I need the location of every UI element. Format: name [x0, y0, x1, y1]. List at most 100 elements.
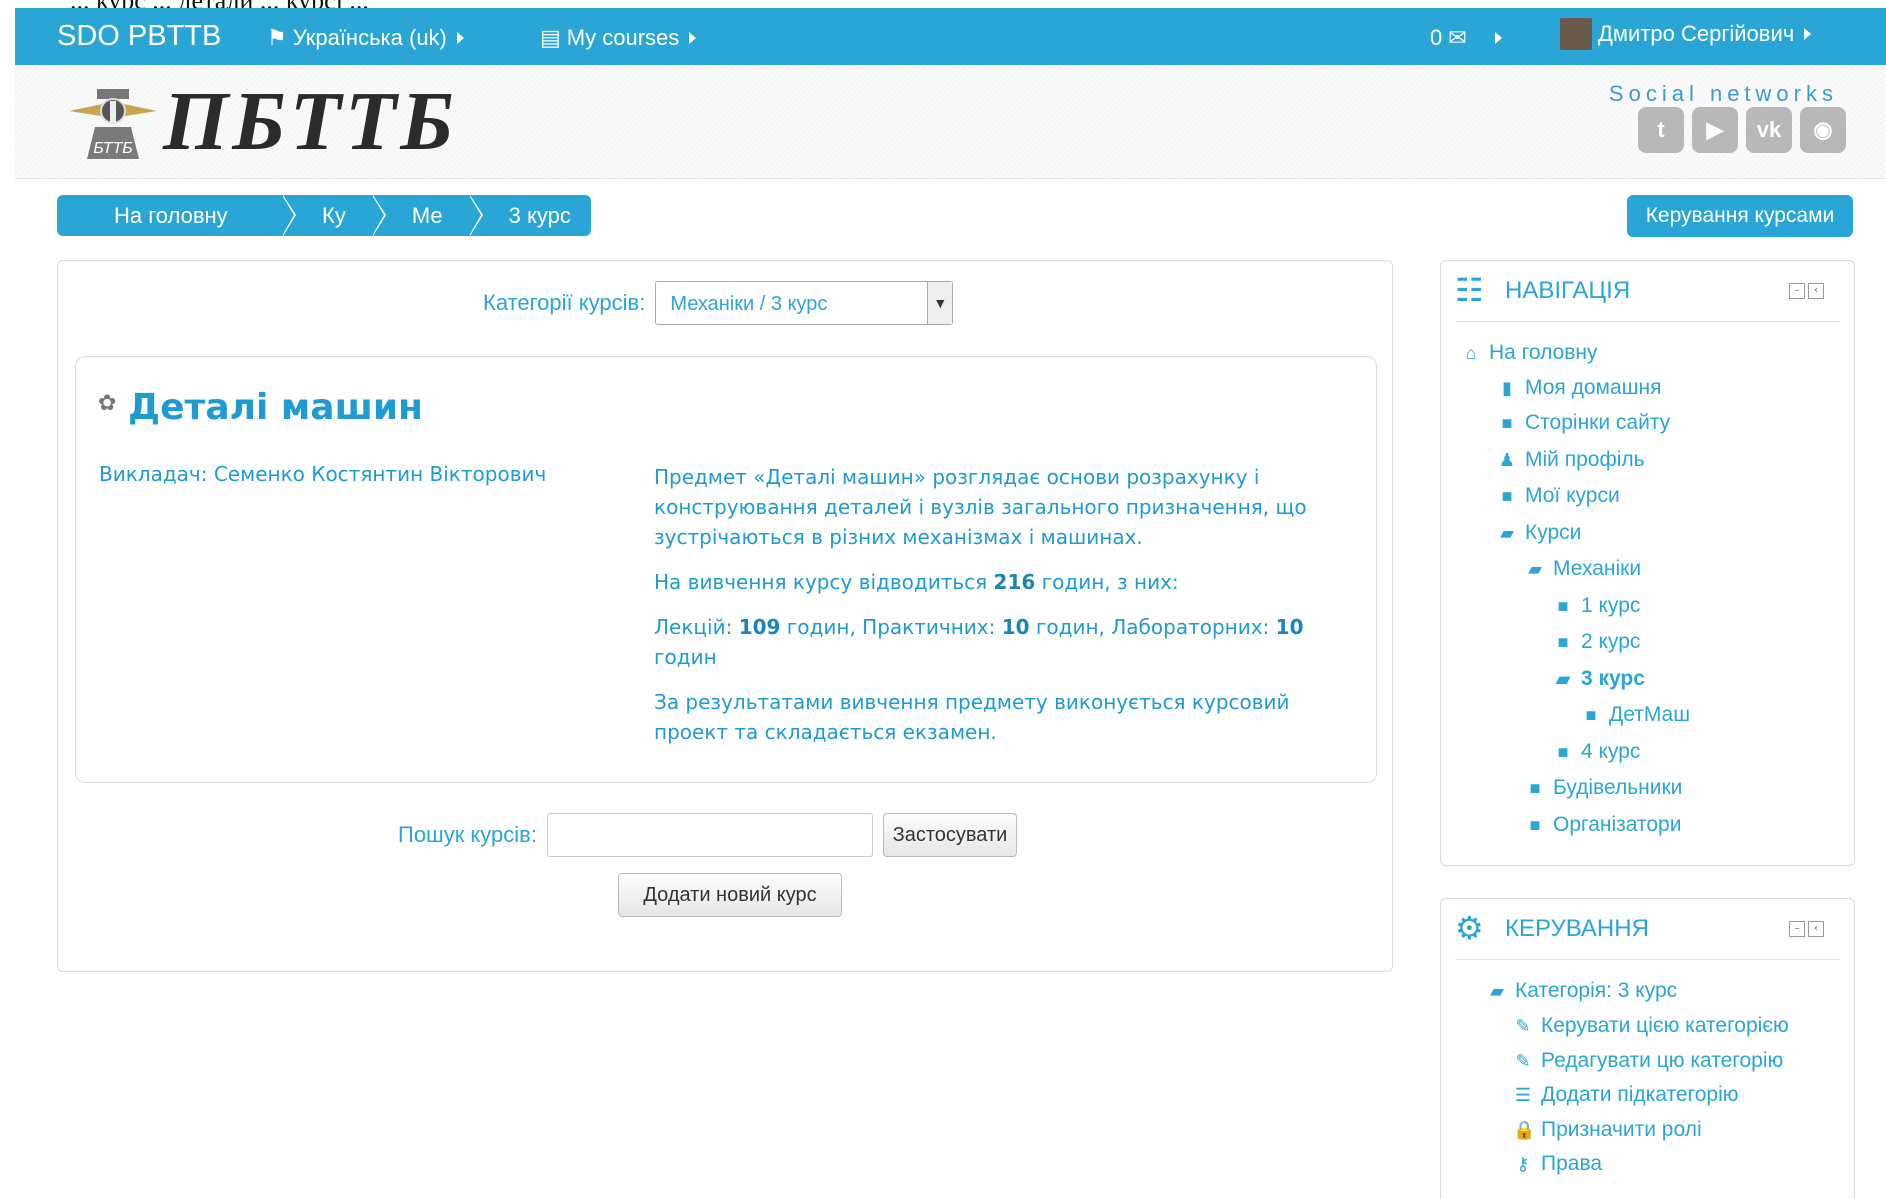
course-description: Предмет «Деталі машин» розглядає основи … — [654, 462, 1354, 762]
nav-builders[interactable]: ■ Будівельники — [1525, 776, 1683, 800]
top-strip-text: ... курс ... детали ... курсі ... — [70, 0, 369, 8]
folder-icon: ■ — [1557, 595, 1569, 616]
home-icon: ⌂ — [1465, 342, 1477, 363]
folder-icon: ■ — [1529, 814, 1541, 835]
dock-icon[interactable]: ‹ — [1808, 283, 1824, 299]
vk-icon[interactable]: vk — [1746, 107, 1792, 153]
breadcrumb-home[interactable]: На головну — [57, 195, 296, 236]
nav-organizers[interactable]: ■ Організатори — [1525, 813, 1682, 837]
pencil-icon: ✎ — [1515, 1050, 1531, 1071]
social-networks-label: Social networks — [1608, 81, 1838, 106]
course-icon: ✿ — [98, 391, 117, 416]
site-logo-text[interactable]: ПБТТБ — [163, 73, 458, 170]
admin-edit-category[interactable]: ✎ Редагувати цю категорію — [1513, 1049, 1783, 1073]
my-courses-label: My courses — [566, 25, 680, 50]
messages-menu[interactable]: 0 ✉ — [1430, 25, 1502, 51]
category-row: Категорії курсів: Механіки / 3 курс ▼ — [483, 281, 954, 325]
page-top-strip: ... курс ... детали ... курсі ... — [0, 0, 1886, 8]
youtube-icon[interactable]: ▶ — [1692, 107, 1738, 153]
site-header: БТТБ ПБТТБ Social networks t ▶ vk ◉ — [15, 65, 1886, 179]
folder-icon: ■ — [1501, 485, 1513, 506]
block-controls: – ‹ — [1789, 921, 1824, 937]
admin-category[interactable]: ▰ Категорія: 3 курс — [1487, 979, 1677, 1003]
folder-icon: ■ — [1501, 412, 1513, 433]
nav-2-kurs[interactable]: ■ 2 курс — [1553, 630, 1641, 654]
nav-profile[interactable]: ♟ Мій профіль — [1497, 448, 1645, 472]
course-title[interactable]: Деталі машин — [128, 387, 423, 428]
desc-breakdown: Лекцій: 109 годин, Практичних: 10 годин,… — [654, 615, 1304, 669]
pencil-icon: ✎ — [1515, 1015, 1531, 1036]
caret-right-icon — [1804, 28, 1812, 40]
college-emblem-icon: БТТБ — [69, 89, 157, 159]
manage-courses-button[interactable]: Керування курсами — [1627, 195, 1853, 237]
desc-outcome: За результатами вивчення предмету викону… — [654, 690, 1290, 744]
nav-1-kurs[interactable]: ■ 1 курс — [1553, 594, 1641, 618]
course-teacher[interactable]: Викладач: Семенко Костянтин Вікторович — [99, 462, 546, 486]
desc-paragraph: Предмет «Деталі машин» розглядає основи … — [654, 465, 1307, 549]
minimize-icon[interactable]: – — [1789, 921, 1805, 937]
folder-icon: ■ — [1529, 777, 1541, 798]
category-label: Категорії курсів: — [483, 290, 646, 315]
administration-title: КЕРУВАННЯ — [1505, 915, 1649, 942]
globe-icon[interactable]: ◉ — [1800, 107, 1846, 153]
apply-button[interactable]: Застосувати — [882, 813, 1017, 857]
folder-icon: ■ — [1585, 704, 1597, 725]
file-icon: ▮ — [1502, 377, 1512, 398]
site-brand[interactable]: SDO PBTTB — [57, 20, 221, 53]
nav-home[interactable]: ⌂ На головну — [1461, 341, 1598, 365]
nav-courses[interactable]: ▰ Курси — [1497, 521, 1581, 545]
category-selected: Механіки / 3 курс — [670, 293, 828, 315]
nav-site-pages[interactable]: ■ Сторінки сайту — [1497, 411, 1671, 435]
administration-block: ⚙ КЕРУВАННЯ – ‹ ▰ Категорія: 3 курс ✎ Керув… — [1440, 898, 1855, 1199]
my-courses-menu[interactable]: ▤ My courses — [540, 25, 697, 51]
search-label: Пошук курсів: — [398, 822, 537, 847]
lock-icon: 🔒 — [1513, 1119, 1536, 1140]
nav-4-kurs[interactable]: ■ 4 курс — [1553, 740, 1641, 764]
folder-open-icon: ▰ — [1556, 668, 1570, 689]
nav-mechanics[interactable]: ▰ Механіки — [1525, 557, 1641, 581]
nav-3-kurs[interactable]: ▰ 3 курс — [1553, 667, 1645, 691]
folder-open-icon: ▰ — [1490, 980, 1504, 1001]
admin-assign-roles[interactable]: 🔒 Призначити ролі — [1513, 1118, 1702, 1142]
breadcrumb-me[interactable]: Ме — [371, 195, 483, 236]
nav-dashboard[interactable]: ▮ Моя домашня — [1497, 376, 1661, 400]
avatar — [1560, 18, 1592, 50]
emblem-text: БТТБ — [93, 140, 132, 157]
navigation-header: ☷ НАВІГАЦІЯ – ‹ — [1455, 261, 1840, 322]
category-select[interactable]: Механіки / 3 курс ▼ — [655, 281, 954, 325]
top-navbar: SDO PBTTB ⚑ Українська (uk) ▤ My courses… — [15, 8, 1886, 65]
language-label: Українська (uk) — [292, 25, 447, 50]
minimize-icon[interactable]: – — [1789, 283, 1805, 299]
admin-permissions[interactable]: ⚷ Права — [1513, 1152, 1602, 1176]
main-content: Категорії курсів: Механіки / 3 курс ▼ ✿ … — [57, 260, 1393, 972]
add-course-button[interactable]: Додати новий курс — [618, 873, 842, 917]
admin-manage-category[interactable]: ✎ Керувати цією категорією — [1513, 1014, 1788, 1038]
course-search-input[interactable] — [546, 813, 873, 857]
navigation-block: ☷ НАВІГАЦІЯ – ‹ ⌂ На головну ▮ Моя домашня … — [1440, 260, 1855, 866]
user-menu[interactable]: Дмитро Сергійович — [1560, 18, 1812, 50]
folder-icon: ■ — [1557, 741, 1569, 762]
admin-add-subcategory[interactable]: ☰ Додати підкатегорію — [1513, 1083, 1739, 1107]
nav-my-courses[interactable]: ■ Мої курси — [1497, 484, 1620, 508]
flag-icon: ⚑ — [267, 25, 287, 50]
block-controls: – ‹ — [1789, 283, 1824, 299]
nav-detmash[interactable]: ■ ДетМаш — [1581, 703, 1691, 727]
caret-right-icon — [689, 32, 697, 44]
user-name: Дмитро Сергійович — [1598, 21, 1795, 46]
sitemap-icon: ☷ — [1455, 271, 1484, 309]
key-icon: ⚷ — [1516, 1153, 1530, 1174]
dock-icon[interactable]: ‹ — [1808, 921, 1824, 937]
user-icon: ♟ — [1498, 449, 1516, 470]
envelope-icon: ✉ — [1448, 25, 1467, 50]
breadcrumb-3-kurs[interactable]: 3 курс — [468, 195, 591, 236]
course-card: ✿ Деталі машин Викладач: Семенко Костянт… — [75, 356, 1377, 783]
folder-open-icon: ▰ — [1500, 522, 1514, 543]
course-search-row: Пошук курсів: Застосувати — [398, 813, 1017, 857]
folder-open-icon: ▰ — [1528, 558, 1542, 579]
navigation-title: НАВІГАЦІЯ — [1505, 277, 1631, 304]
language-menu[interactable]: ⚑ Українська (uk) — [267, 25, 464, 51]
twitter-icon[interactable]: t — [1638, 107, 1684, 153]
messages-count: 0 — [1430, 25, 1443, 50]
desc-hours: На вивчення курсу відводиться 216 годин,… — [654, 570, 1179, 594]
folder-icon: ■ — [1557, 631, 1569, 652]
